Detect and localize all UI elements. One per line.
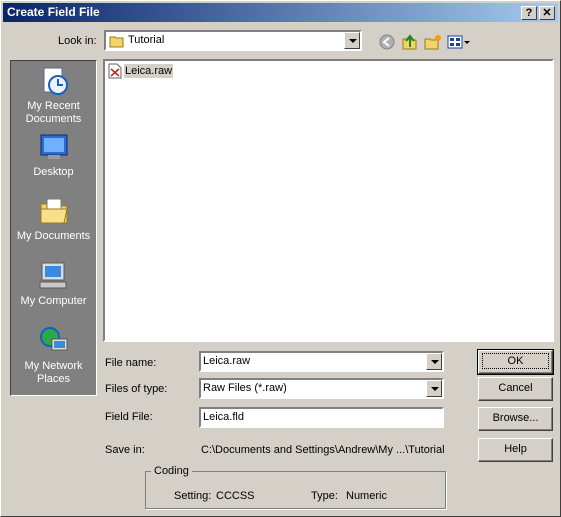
files-of-type-label: Files of type: — [105, 383, 168, 395]
field-file-input[interactable]: Leica.fld — [199, 407, 444, 428]
ok-button[interactable]: OK — [477, 349, 554, 375]
files-of-type-value: Raw Files (*.raw) — [203, 382, 287, 394]
save-in-path: C:\Documents and Settings\Andrew\My ...\… — [201, 444, 445, 456]
field-file-label: Field File: — [105, 411, 153, 423]
place-label: My Computer — [20, 295, 87, 307]
places-my-computer[interactable]: My Computer — [11, 260, 96, 308]
places-desktop[interactable]: Desktop — [11, 131, 96, 179]
look-in-combo[interactable]: Tutorial — [104, 30, 362, 51]
window-title: Create Field File — [7, 5, 100, 19]
recent-documents-icon — [43, 67, 68, 95]
file-name: Leica.raw — [124, 64, 174, 78]
place-label: Desktop — [33, 166, 74, 178]
file-name-combo[interactable]: Leica.raw — [199, 351, 444, 372]
dialog-window: Create Field File ? ✕ Look in: Tutorial — [0, 0, 561, 517]
places-my-network-places[interactable]: My Network Places — [11, 325, 96, 386]
file-list[interactable]: Leica.raw — [103, 59, 554, 342]
cancel-button[interactable]: Cancel — [478, 377, 553, 401]
coding-group-title: Coding — [151, 464, 192, 478]
look-in-dropdown-button[interactable] — [344, 32, 360, 49]
look-in-value: Tutorial — [128, 34, 165, 46]
up-folder-icon[interactable] — [401, 34, 419, 50]
look-in-label: Look in: — [58, 35, 97, 47]
close-button[interactable]: ✕ — [539, 6, 555, 20]
files-of-type-dropdown-button[interactable] — [426, 380, 442, 397]
place-label: My Documents — [16, 230, 91, 242]
file-name-dropdown-button[interactable] — [426, 353, 442, 370]
new-folder-icon[interactable] — [424, 34, 442, 50]
my-documents-icon — [40, 198, 68, 224]
type-value: Numeric — [346, 490, 387, 502]
save-in-label: Save in: — [105, 444, 145, 456]
files-of-type-select[interactable]: Raw Files (*.raw) — [199, 378, 444, 399]
view-menu-icon[interactable] — [447, 34, 471, 50]
help-title-button[interactable]: ? — [521, 6, 537, 20]
place-label: Documents — [25, 113, 82, 125]
raw-file-icon — [108, 63, 122, 79]
places-my-documents[interactable]: My Documents — [11, 195, 96, 243]
place-label: My Network — [24, 360, 83, 372]
file-name-label: File name: — [105, 357, 157, 369]
network-places-icon — [39, 327, 67, 351]
places-bar: My Recent Documents Desktop My Documents — [10, 60, 97, 396]
back-icon[interactable] — [378, 34, 396, 50]
type-label: Type: — [311, 490, 338, 502]
field-file-value: Leica.fld — [203, 411, 244, 423]
folder-icon — [109, 36, 124, 48]
title-bar[interactable]: Create Field File ? ✕ — [3, 3, 558, 22]
place-label: My Recent — [27, 100, 80, 112]
places-my-recent-documents[interactable]: My Recent Documents — [11, 65, 96, 126]
help-button[interactable]: Help — [478, 438, 553, 462]
setting-label: Setting: — [174, 490, 212, 502]
file-name-value: Leica.raw — [203, 355, 251, 367]
place-label: Places — [36, 373, 71, 385]
setting-value: CCCSS — [216, 490, 255, 502]
desktop-icon — [40, 134, 67, 159]
my-computer-icon — [39, 262, 66, 289]
ok-button-label: OK — [481, 353, 550, 369]
browse-button[interactable]: Browse... — [478, 407, 553, 431]
